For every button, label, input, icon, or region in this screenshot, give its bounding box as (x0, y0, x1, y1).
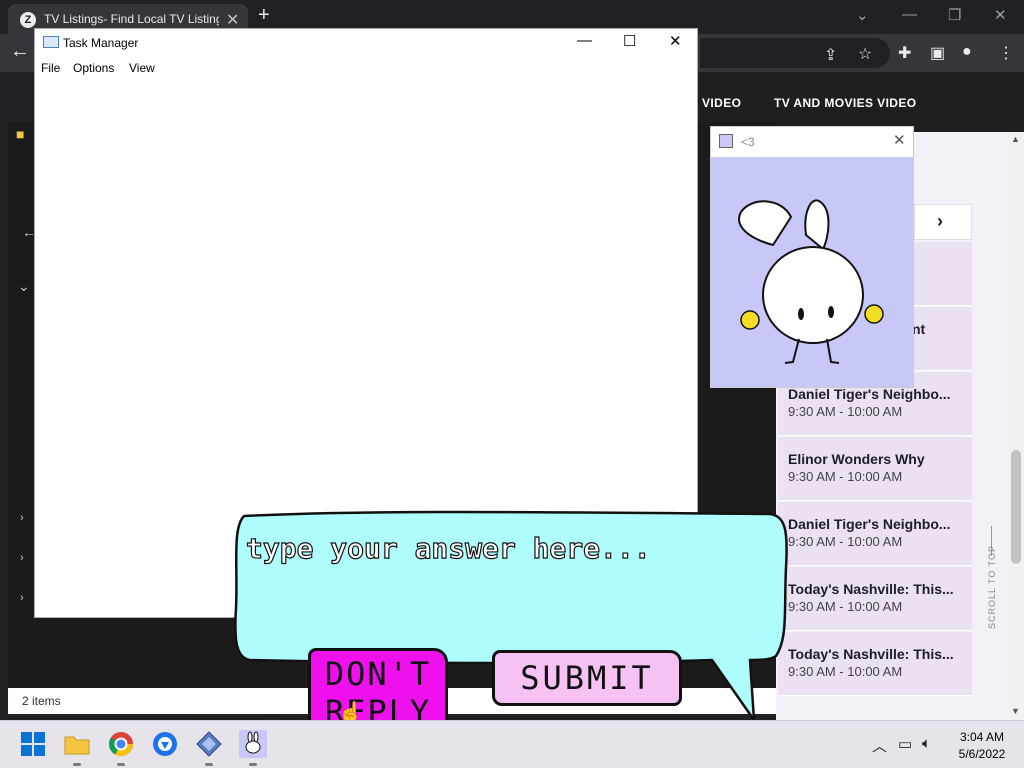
next-page-button[interactable]: › (914, 204, 972, 240)
browser-close-icon[interactable]: ✕ (994, 6, 1007, 24)
windows-taskbar: ︿ ▭ 🔈︎ 3:04 AM 5/6/2022 (0, 720, 1024, 768)
file-explorer-icon[interactable] (62, 729, 92, 759)
nav-link-tv-movies-video[interactable]: TV AND MOVIES VIDEO (774, 96, 917, 110)
bookmark-star-icon[interactable]: ☆ (858, 44, 872, 64)
listing-title: Daniel Tiger's Neighbo... (788, 516, 951, 532)
back-arrow-icon[interactable]: ← (10, 40, 30, 63)
item-count: 2 items (22, 694, 61, 708)
tab-search-chevron-icon[interactable]: ⌄ (856, 6, 869, 24)
minimize-icon[interactable]: — (577, 32, 592, 49)
tab-title: TV Listings- Find Local TV Listing (44, 12, 219, 26)
folder-icon: ■ (16, 126, 25, 142)
close-icon[interactable]: ✕ (893, 131, 906, 149)
side-panel-icon[interactable]: ▣ (930, 43, 945, 63)
chrome-icon[interactable] (106, 729, 136, 759)
maximize-icon[interactable]: ☐ (623, 32, 636, 50)
chevron-right-icon: › (937, 211, 943, 231)
nav-link-video[interactable]: VIDEO (702, 96, 741, 110)
listing-time: 9:30 AM - 10:00 AM (788, 664, 903, 679)
listing-title: Today's Nashville: This... (788, 646, 954, 662)
extensions-puzzle-icon[interactable]: ✚ (898, 43, 911, 63)
listing-row[interactable]: Daniel Tiger's Neighbo... 9:30 AM - 10:0… (778, 502, 972, 566)
listing-row[interactable]: Today's Nashville: This... 9:30 AM - 10:… (778, 632, 972, 696)
menu-view[interactable]: View (129, 61, 155, 75)
bunny-canvas (711, 157, 913, 387)
bunny-character-icon (738, 199, 884, 364)
tree-expand-icon[interactable]: › (20, 592, 24, 604)
tab-close-icon[interactable]: ✕ (226, 10, 239, 30)
scroll-up-icon[interactable]: ▲ (1011, 134, 1020, 144)
listing-row[interactable]: Elinor Wonders Why 9:30 AM - 10:00 AM (778, 437, 972, 501)
diamond-app-icon[interactable] (194, 729, 224, 759)
page-scrollbar-thumb[interactable] (1011, 450, 1021, 564)
tree-expand-icon[interactable]: › (20, 552, 24, 564)
listing-title: Daniel Tiger's Neighbo... (788, 386, 951, 402)
volume-icon[interactable]: 🔈︎ (922, 735, 931, 752)
bunny-window: <3 ✕ (710, 126, 914, 388)
menu-file[interactable]: File (41, 61, 60, 75)
menu-options[interactable]: Options (73, 61, 114, 75)
bunny-taskbar-icon[interactable] (238, 729, 268, 759)
brave-icon[interactable] (150, 729, 180, 759)
menu-bar: File Options View (35, 59, 697, 81)
share-icon[interactable]: ⇪ (824, 45, 837, 65)
tree-expand-icon[interactable]: › (20, 512, 24, 524)
scroll-to-top-button[interactable]: SCROLL TO TOP (987, 545, 997, 629)
listing-time: 9:30 AM - 10:00 AM (788, 599, 903, 614)
explorer-chevron-down-icon[interactable]: ⌄ (18, 278, 30, 295)
listing-title: Today's Nashville: This... (788, 581, 954, 597)
address-bar[interactable]: ⇪ ☆ (700, 38, 890, 68)
network-icon[interactable]: ▭ (898, 735, 912, 753)
listing-time: 9:30 AM - 10:00 AM (788, 469, 903, 484)
answer-input[interactable] (246, 526, 766, 570)
running-indicator (249, 763, 257, 766)
browser-restore-icon[interactable]: ❐ (948, 6, 961, 24)
listing-title: Elinor Wonders Why (788, 451, 925, 467)
running-indicator (73, 763, 81, 766)
listing-row[interactable]: Today's Nashville: This... 9:30 AM - 10:… (778, 567, 972, 631)
window-title: <3 (741, 135, 755, 149)
show-hidden-icons-chevron-icon[interactable]: ︿ (872, 735, 887, 756)
listing-time: 9:30 AM - 10:00 AM (788, 404, 903, 419)
scroll-down-icon[interactable]: ▼ (1011, 706, 1020, 716)
windows-start-icon[interactable] (18, 729, 48, 759)
profile-avatar-icon[interactable]: ● (962, 43, 972, 61)
bunny-app-icon (719, 134, 733, 148)
running-indicator (117, 763, 125, 766)
new-tab-icon[interactable]: + (258, 4, 270, 27)
running-indicator (205, 763, 213, 766)
browser-menu-icon[interactable]: ⋮ (998, 43, 1014, 63)
window-title: Task Manager (63, 36, 139, 50)
task-manager-icon (43, 36, 59, 48)
listing-time: 9:30 AM - 10:00 AM (788, 534, 903, 549)
site-favicon-icon: Z (20, 12, 36, 28)
submit-button[interactable]: SUBMIT (492, 650, 682, 706)
close-icon[interactable]: ✕ (669, 32, 682, 50)
browser-minimize-icon[interactable]: — (902, 6, 917, 23)
clock-time[interactable]: 3:04 AM (952, 730, 1012, 744)
clock-date[interactable]: 5/6/2022 (952, 747, 1012, 761)
page-scrollbar[interactable] (1008, 132, 1024, 720)
